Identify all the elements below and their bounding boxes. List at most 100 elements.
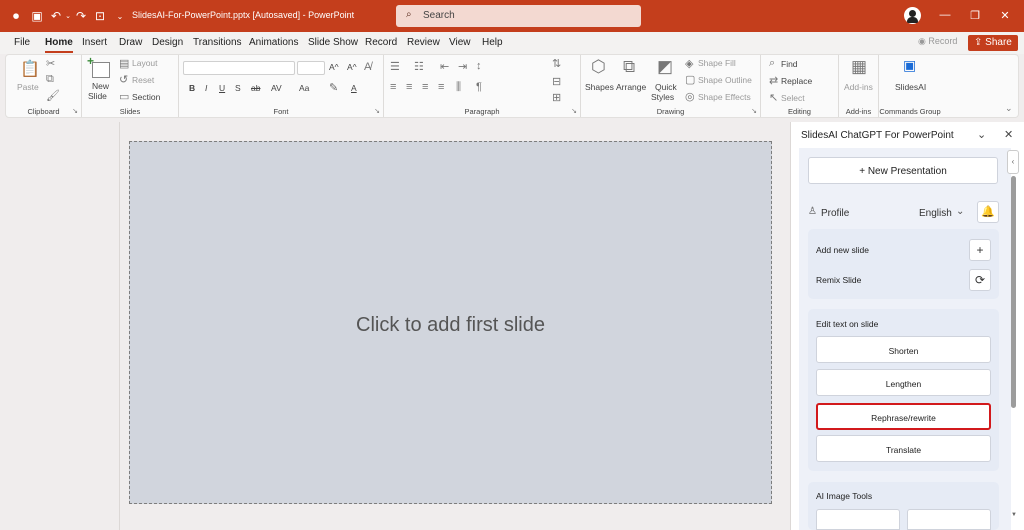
shapes-button[interactable]: Shapes (585, 82, 614, 92)
find-button[interactable]: Find (781, 59, 798, 69)
share-button[interactable]: ⇪ Share ⌄ (968, 35, 1018, 58)
task-pane-scrollbar[interactable]: ▲ ▼ (1008, 150, 1020, 530)
underline-icon[interactable]: U (219, 83, 225, 93)
tab-insert[interactable]: Insert (82, 37, 107, 48)
translate-button[interactable]: Translate (816, 435, 991, 462)
decrease-indent-icon[interactable]: ⇤ (440, 60, 449, 73)
editor-scrollbar[interactable] (786, 122, 789, 530)
strikethrough-icon[interactable]: ab (251, 83, 260, 93)
shrink-font-button[interactable]: A^ (347, 62, 357, 72)
align-right-icon[interactable]: ≡ (422, 81, 428, 93)
increase-indent-icon[interactable]: ⇥ (458, 60, 467, 73)
select-icon[interactable]: ↖ (769, 91, 778, 104)
quick-styles-button[interactable]: Quick (655, 82, 677, 92)
replace-icon[interactable]: ⇄ (769, 74, 778, 87)
account-avatar[interactable] (904, 7, 921, 24)
highlight-icon[interactable]: ✎ (329, 81, 338, 94)
slide-placeholder-text[interactable]: Click to add first slide (130, 314, 771, 337)
language-select[interactable]: English (919, 208, 952, 219)
redo-icon[interactable]: ↷ (73, 8, 89, 24)
tab-view[interactable]: View (449, 37, 471, 48)
dialog-launcher-icon[interactable]: ↘ (751, 107, 757, 115)
arrange-button[interactable]: Arrange (616, 82, 646, 92)
shape-outline-button[interactable]: Shape Outline (698, 75, 752, 85)
slidesai-icon[interactable]: ▣ (903, 57, 916, 74)
tab-help[interactable]: Help (482, 37, 503, 48)
new-slide-label-2[interactable]: Slide (88, 91, 107, 101)
new-presentation-button[interactable]: + New Presentation (808, 157, 998, 184)
slidesai-button[interactable]: SlidesAI (895, 82, 926, 92)
clear-formatting-icon[interactable]: A̸ (364, 61, 371, 73)
numbering-icon[interactable]: ☷ (414, 60, 424, 73)
task-pane-close-icon[interactable]: ✕ (1004, 128, 1013, 141)
text-direction-icon[interactable]: ⇅ (552, 57, 561, 70)
dialog-launcher-icon[interactable]: ↘ (374, 107, 380, 115)
font-size-input[interactable] (297, 61, 325, 75)
profile-link[interactable]: Profile (821, 208, 849, 219)
justify-icon[interactable]: ≡ (438, 81, 444, 93)
align-left-icon[interactable]: ≡ (390, 81, 396, 93)
rephrase-rewrite-button[interactable]: Rephrase/rewrite (816, 403, 991, 430)
new-slide-label[interactable]: New (92, 81, 109, 91)
rtl-icon[interactable]: ¶ (476, 81, 482, 93)
dialog-launcher-icon[interactable]: ↘ (571, 107, 577, 115)
ai-image-tool-button[interactable] (816, 509, 900, 530)
reset-icon[interactable]: ↺ (119, 73, 128, 86)
align-center-icon[interactable]: ≡ (406, 81, 412, 93)
customize-toolbar-icon[interactable]: ⌄ (112, 8, 128, 24)
addins-button[interactable]: Add-ins (844, 82, 873, 92)
font-color-icon[interactable]: A (351, 83, 357, 93)
slide-canvas[interactable]: Click to add first slide (129, 141, 772, 504)
tab-file[interactable]: File (14, 37, 30, 48)
quick-styles-button-2[interactable]: Styles (651, 92, 674, 102)
addins-icon[interactable]: ▦ (851, 57, 867, 77)
align-text-icon[interactable]: ⊟ (552, 75, 561, 88)
shorten-button[interactable]: Shorten (816, 336, 991, 363)
line-spacing-icon[interactable]: ↕ (476, 60, 482, 72)
ai-image-tool-button[interactable] (907, 509, 991, 530)
minimize-icon[interactable]: — (938, 9, 952, 21)
shape-effects-button[interactable]: Shape Effects (698, 92, 751, 102)
replace-button[interactable]: Replace (781, 76, 812, 86)
select-button[interactable]: Select (781, 93, 805, 103)
shadow-icon[interactable]: S (235, 83, 241, 93)
tab-animations[interactable]: Animations (249, 37, 298, 48)
find-icon[interactable]: ⌕ (769, 57, 775, 70)
shape-fill-button[interactable]: Shape Fill (698, 58, 736, 68)
search-box[interactable]: ⌕ Search (396, 5, 641, 27)
character-spacing-icon[interactable]: AV (271, 83, 282, 93)
change-case-button[interactable]: Aa (299, 83, 309, 93)
close-icon[interactable]: ✕ (998, 9, 1012, 22)
paste-button[interactable]: Paste (17, 82, 39, 92)
dialog-launcher-icon[interactable]: ↘ (72, 107, 78, 115)
notification-bell-button[interactable]: 🔔 (977, 201, 999, 223)
quick-styles-icon[interactable]: ◩ (657, 57, 673, 77)
tab-draw[interactable]: Draw (119, 37, 142, 48)
shape-fill-icon[interactable]: ◈ (685, 57, 693, 70)
tab-slide-show[interactable]: Slide Show (308, 37, 358, 48)
tab-design[interactable]: Design (152, 37, 183, 48)
grow-font-button[interactable]: A^ (329, 62, 339, 72)
font-name-input[interactable] (183, 61, 295, 75)
slide-thumbnail-pane[interactable] (0, 122, 120, 530)
lengthen-button[interactable]: Lengthen (816, 369, 991, 396)
cut-icon[interactable]: ✂ (46, 57, 55, 70)
layout-icon[interactable]: ▤ (119, 57, 129, 70)
tab-transitions[interactable]: Transitions (193, 37, 242, 48)
restore-icon[interactable]: ❐ (968, 9, 982, 22)
chevron-down-icon[interactable]: ⌄ (956, 206, 964, 217)
task-pane-options-icon[interactable]: ⌄ (977, 128, 986, 141)
copy-icon[interactable]: ⧉ (46, 73, 54, 86)
layout-button[interactable]: Layout (132, 58, 158, 68)
reset-button[interactable]: Reset (132, 75, 154, 85)
tab-review[interactable]: Review (407, 37, 440, 48)
tab-home[interactable]: Home (45, 37, 73, 53)
add-slide-button[interactable]: + (969, 239, 991, 261)
remix-slide-button[interactable]: ⟳ (969, 269, 991, 291)
collapse-ribbon-icon[interactable]: ⌄ (1005, 103, 1013, 114)
present-icon[interactable]: ⊡ (92, 8, 108, 24)
shape-effects-icon[interactable]: ◎ (685, 90, 695, 103)
shape-outline-icon[interactable]: ▢ (685, 73, 695, 86)
italic-icon[interactable]: I (205, 83, 207, 93)
smartart-icon[interactable]: ⊞ (552, 91, 561, 104)
